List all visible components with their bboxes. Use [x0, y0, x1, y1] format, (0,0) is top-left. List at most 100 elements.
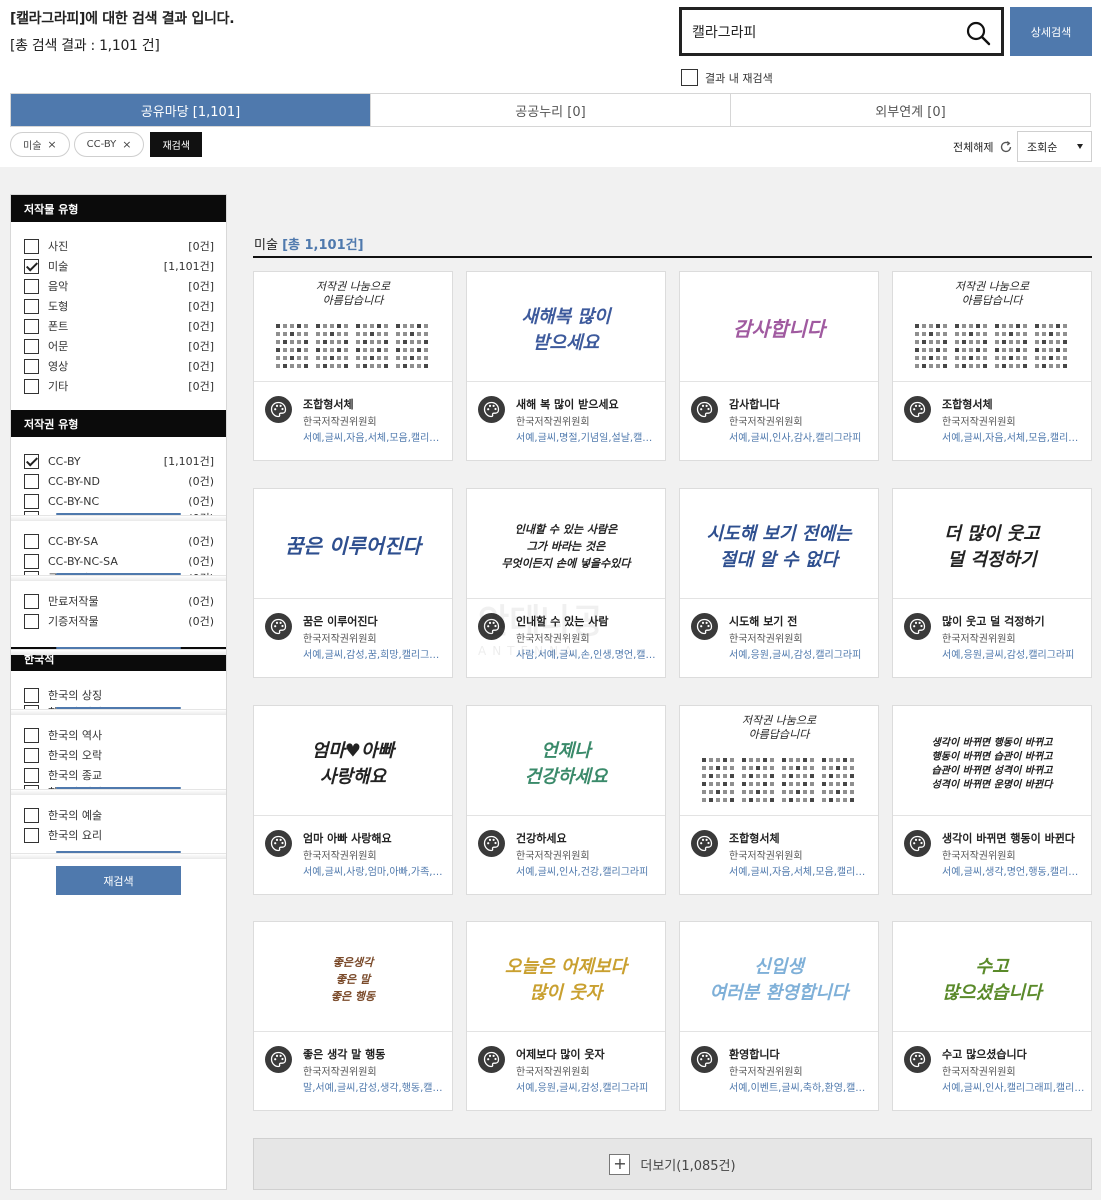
- checkbox[interactable]: [24, 727, 39, 743]
- result-thumbnail[interactable]: 언제나 건강하세요: [467, 706, 665, 816]
- result-title[interactable]: 수고 많으셨습니다: [942, 1046, 1088, 1062]
- result-card[interactable]: 엄마♥아빠 사랑해요 엄마 아빠 사랑해요 한국저작권위원회 서예,글씨,사랑,엄마,아…: [253, 705, 453, 895]
- work-type-option[interactable]: 미술 [1,101건]: [24, 258, 214, 274]
- result-card[interactable]: 신입생 여러분 환영합니다 환영합니다 한국저작권위원회 서예,이벤트,글씨,축하,환영…: [679, 921, 879, 1111]
- result-title[interactable]: 조합형서체: [942, 396, 1088, 412]
- tab-gonggongnuri[interactable]: 공공누리 [0]: [371, 94, 731, 126]
- result-thumbnail[interactable]: 감사합니다: [680, 272, 878, 382]
- work-type-option[interactable]: 사진 [0건]: [24, 238, 214, 254]
- checkbox[interactable]: [24, 493, 39, 509]
- korea-option[interactable]: 한국의 상징: [24, 687, 214, 703]
- result-thumbnail[interactable]: 인내할 수 있는 사람은 그가 바라는 것은 무엇이든지 손에 넣을수있다: [467, 489, 665, 599]
- checkbox[interactable]: [24, 238, 39, 254]
- result-thumbnail[interactable]: 엄마♥아빠 사랑해요: [254, 706, 452, 816]
- result-card[interactable]: 저작권 나눔으로 아름답습니다 조합형서체 한국저작권위원회 서예,글씨,자음,서체,모…: [679, 705, 879, 895]
- result-title[interactable]: 새해 복 많이 받으세요: [516, 396, 662, 412]
- checkbox[interactable]: [24, 827, 39, 843]
- search-input[interactable]: [692, 21, 952, 43]
- filter-chip-ccby[interactable]: CC-BY ×: [73, 132, 145, 157]
- result-card[interactable]: 수고 많으셨습니다 수고 많으셨습니다 한국저작권위원회 서예,글씨,인사,캘리그래피,…: [892, 921, 1092, 1111]
- license-option[interactable]: CC-BY-SA (0건): [24, 533, 214, 549]
- result-thumbnail[interactable]: 저작권 나눔으로 아름답습니다: [893, 272, 1091, 382]
- result-thumbnail[interactable]: 신입생 여러분 환영합니다: [680, 922, 878, 1032]
- result-title[interactable]: 환영합니다: [729, 1046, 875, 1062]
- result-title[interactable]: 조합형서체: [303, 396, 449, 412]
- result-title[interactable]: 건강하세요: [516, 830, 662, 846]
- work-type-option[interactable]: 도형 [0건]: [24, 298, 214, 314]
- checkbox[interactable]: [24, 473, 39, 489]
- sidebar-research-button[interactable]: 재검색: [56, 866, 181, 895]
- checkbox[interactable]: [24, 298, 39, 314]
- result-card[interactable]: 인내할 수 있는 사람은 그가 바라는 것은 무엇이든지 손에 넣을수있다인내할 수…: [466, 488, 666, 678]
- checkbox[interactable]: [24, 687, 39, 703]
- result-card[interactable]: 더 많이 웃고 덜 걱정하기 많이 웃고 덜 걱정하기 한국저작권위원회 서예,응원,글…: [892, 488, 1092, 678]
- result-card[interactable]: 생각이 바뀌면 행동이 바뀌고 행동이 바뀌면 습관이 바뀌고 습관이 바뀌면 성격…: [892, 705, 1092, 895]
- search-within-checkbox[interactable]: [681, 69, 698, 86]
- license-option[interactable]: 만료저작물 (0건): [24, 593, 214, 609]
- tab-external[interactable]: 외부연계 [0]: [731, 94, 1090, 126]
- result-card[interactable]: 언제나 건강하세요 건강하세요 한국저작권위원회 서예,글씨,인사,건강,캘리그라피: [466, 705, 666, 895]
- tab-gongyumadang[interactable]: 공유마당 [1,101]: [11, 94, 371, 126]
- checkbox[interactable]: [24, 258, 39, 274]
- license-option[interactable]: CC-BY-NC-SA (0건): [24, 553, 214, 569]
- advanced-search-button[interactable]: 상세검색: [1010, 7, 1092, 56]
- result-thumbnail[interactable]: 시도해 보기 전에는 절대 알 수 없다: [680, 489, 878, 599]
- result-title[interactable]: 어제보다 많이 웃자: [516, 1046, 662, 1062]
- result-title[interactable]: 많이 웃고 덜 걱정하기: [942, 613, 1088, 629]
- filter-chip-art[interactable]: 미술 ×: [10, 132, 70, 157]
- checkbox[interactable]: [24, 453, 39, 469]
- result-thumbnail[interactable]: 더 많이 웃고 덜 걱정하기: [893, 489, 1091, 599]
- work-type-option[interactable]: 어문 [0건]: [24, 338, 214, 354]
- license-option[interactable]: CC-BY [1,101건]: [24, 453, 214, 469]
- work-type-option[interactable]: 영상 [0건]: [24, 358, 214, 374]
- result-card[interactable]: 저작권 나눔으로 아름답습니다 조합형서체 한국저작권위원회 서예,글씨,자음,서체,모…: [892, 271, 1092, 461]
- result-thumbnail[interactable]: 생각이 바뀌면 행동이 바뀌고 행동이 바뀌면 습관이 바뀌고 습관이 바뀌면 성격…: [893, 706, 1091, 816]
- checkbox[interactable]: [24, 318, 39, 334]
- result-thumbnail[interactable]: 수고 많으셨습니다: [893, 922, 1091, 1032]
- result-title[interactable]: 생각이 바뀌면 행동이 바뀐다: [942, 830, 1088, 846]
- checkbox[interactable]: [24, 358, 39, 374]
- license-option[interactable]: 기증저작물 (0건): [24, 613, 214, 629]
- search-within-results[interactable]: 결과 내 재검색: [681, 69, 773, 86]
- korea-option[interactable]: 한국의 요리: [24, 827, 214, 843]
- result-title[interactable]: 좋은 생각 말 행동: [303, 1046, 449, 1062]
- checkbox[interactable]: [24, 767, 39, 783]
- chip-research-button[interactable]: 재검색: [150, 132, 203, 157]
- checkbox[interactable]: [24, 533, 39, 549]
- load-more-button[interactable]: + 더보기(1,085건): [253, 1138, 1092, 1190]
- result-title[interactable]: 인내할 수 있는 사람: [516, 613, 662, 629]
- work-type-option[interactable]: 음악 [0건]: [24, 278, 214, 294]
- close-icon[interactable]: ×: [122, 138, 131, 151]
- result-thumbnail[interactable]: 저작권 나눔으로 아름답습니다: [254, 272, 452, 382]
- license-option[interactable]: CC-BY-NC (0건): [24, 493, 214, 509]
- result-title[interactable]: 시도해 보기 전: [729, 613, 875, 629]
- work-type-option[interactable]: 기타 [0건]: [24, 378, 214, 394]
- checkbox[interactable]: [24, 613, 39, 629]
- result-card[interactable]: 저작권 나눔으로 아름답습니다 조합형서체 한국저작권위원회 서예,글씨,자음,서체,모…: [253, 271, 453, 461]
- result-thumbnail[interactable]: 새해복 많이 받으세요: [467, 272, 665, 382]
- result-title[interactable]: 감사합니다: [729, 396, 875, 412]
- close-icon[interactable]: ×: [47, 138, 56, 151]
- result-thumbnail[interactable]: 좋은생각 좋은 말 좋은 행동: [254, 922, 452, 1032]
- result-title[interactable]: 꿈은 이루어진다: [303, 613, 449, 629]
- checkbox[interactable]: [24, 378, 39, 394]
- license-option[interactable]: CC-BY-ND (0건): [24, 473, 214, 489]
- result-thumbnail[interactable]: 꿈은 이루어진다: [254, 489, 452, 599]
- checkbox[interactable]: [24, 338, 39, 354]
- result-card[interactable]: 오늘은 어제보다 많이 웃자 어제보다 많이 웃자 한국저작권위원회 서예,응원,글씨,…: [466, 921, 666, 1111]
- result-title[interactable]: 엄마 아빠 사랑해요: [303, 830, 449, 846]
- checkbox[interactable]: [24, 807, 39, 823]
- sort-select[interactable]: 조회순: [1017, 131, 1092, 162]
- reset-all-button[interactable]: 전체해제: [953, 139, 1013, 155]
- result-card[interactable]: 좋은생각 좋은 말 좋은 행동 좋은 생각 말 행동 한국저작권위원회 말,서예,글씨,감…: [253, 921, 453, 1111]
- checkbox[interactable]: [24, 553, 39, 569]
- korea-option[interactable]: 한국의 종교: [24, 767, 214, 783]
- result-thumbnail[interactable]: 저작권 나눔으로 아름답습니다: [680, 706, 878, 816]
- korea-option[interactable]: 한국의 역사: [24, 727, 214, 743]
- checkbox[interactable]: [24, 747, 39, 763]
- result-thumbnail[interactable]: 오늘은 어제보다 많이 웃자: [467, 922, 665, 1032]
- result-card[interactable]: 시도해 보기 전에는 절대 알 수 없다 시도해 보기 전 한국저작권위원회 서예,응원…: [679, 488, 879, 678]
- result-title[interactable]: 조합형서체: [729, 830, 875, 846]
- work-type-option[interactable]: 폰트 [0건]: [24, 318, 214, 334]
- result-card[interactable]: 꿈은 이루어진다 꿈은 이루어진다 한국저작권위원회 서예,글씨,감성,꿈,희망,캘리…: [253, 488, 453, 678]
